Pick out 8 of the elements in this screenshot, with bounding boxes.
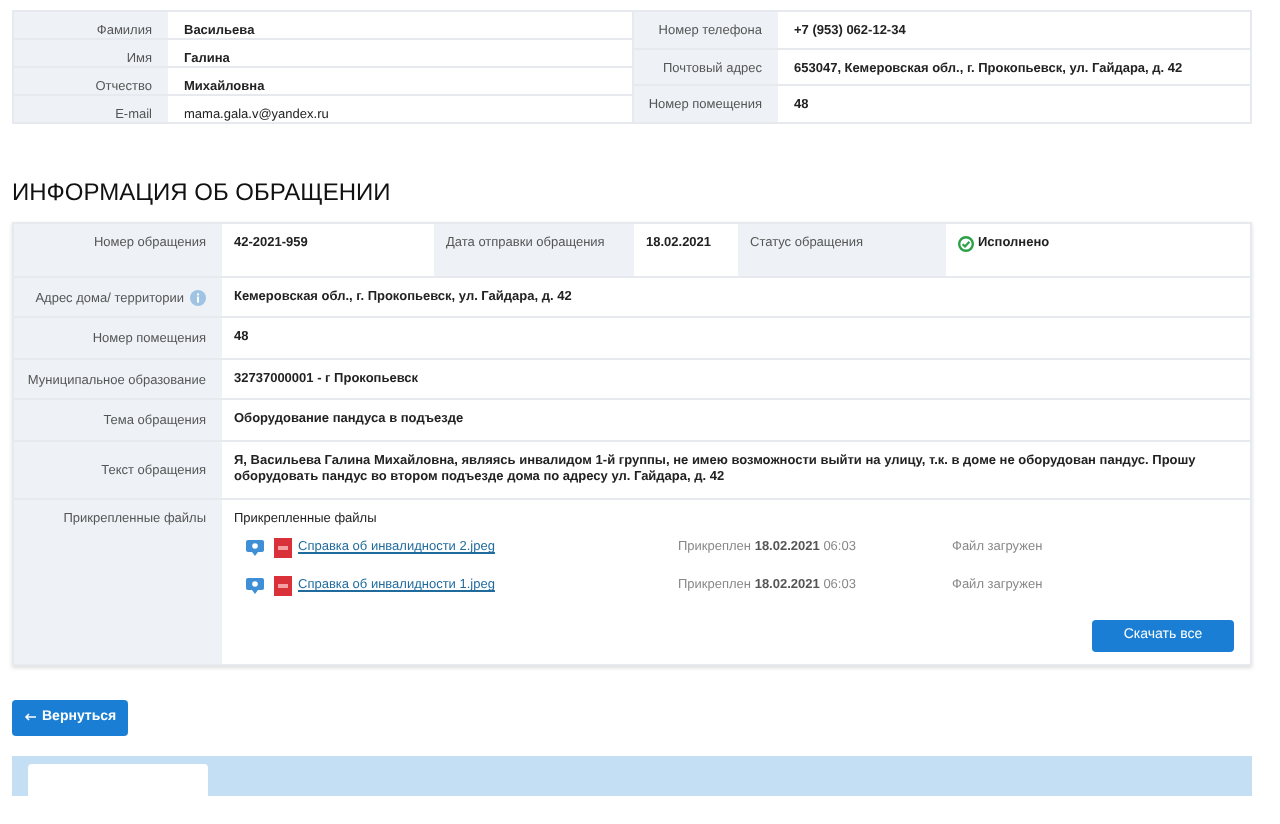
preview-icon[interactable] — [246, 577, 264, 594]
image-file-icon — [274, 537, 292, 558]
info-icon[interactable] — [190, 290, 206, 307]
arrow-left-icon — [24, 712, 36, 723]
check-circle-icon — [958, 236, 974, 252]
image-file-icon — [274, 575, 292, 596]
preview-icon[interactable] — [246, 539, 264, 556]
section-heading: ИНФОРМАЦИЯ ОБ ОБРАЩЕНИИ — [12, 178, 393, 206]
